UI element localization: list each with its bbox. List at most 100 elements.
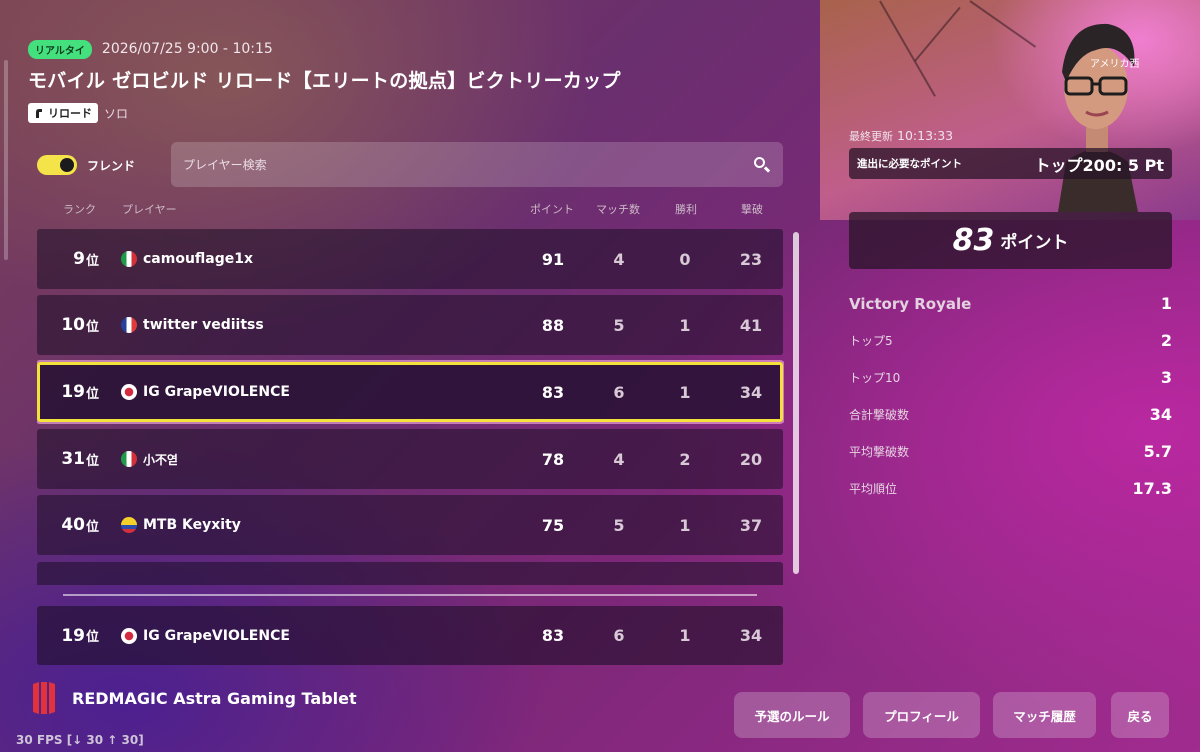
mode-tag: ソロ	[104, 106, 129, 121]
eliminations-cell: 41	[739, 315, 763, 335]
points-cell: 75	[541, 515, 565, 535]
wins-cell: 1	[679, 382, 691, 402]
player-name: twitter vediitss	[143, 317, 264, 333]
matches-cell: 6	[613, 626, 625, 645]
profile-button[interactable]: プロフィール	[863, 692, 980, 738]
own-player-row[interactable]: 19 位 IG GrapeVIOLENCE 83 6 1 34	[37, 606, 783, 665]
wins-cell: 1	[679, 626, 691, 645]
stat-value: 34	[1149, 405, 1172, 424]
stat-avg-placement: 平均順位 17.3	[849, 479, 1172, 498]
eliminations-cell: 34	[739, 382, 763, 402]
last-updated-time: 10:13:33	[897, 128, 954, 143]
table-row[interactable]: 9位 camouflage1x 91 4 0 23	[37, 229, 783, 289]
table-row-current-player[interactable]: 19 位 IG GrapeVIOLENCE 83 6 1 34	[37, 362, 783, 422]
event-date: 2026/07/25 9:00 - 10:15	[101, 41, 273, 57]
stat-avg-eliminations: 平均撃破数 5.7	[849, 442, 1172, 461]
stat-label: 合計撃破数	[849, 408, 910, 422]
stat-victory-royale: Victory Royale 1	[849, 294, 1172, 313]
character-avatar	[1058, 23, 1138, 212]
friend-label: フレンド	[87, 158, 136, 173]
friend-toggle[interactable]	[37, 155, 77, 175]
device-brand: REDMAGIC Astra Gaming Tablet	[30, 680, 357, 716]
column-header-eliminations[interactable]: 撃破	[741, 201, 763, 217]
eliminations-cell: 37	[739, 515, 763, 535]
left-edge-scrollbar[interactable]	[4, 60, 8, 260]
points-cell: 88	[541, 315, 565, 335]
search-icon[interactable]	[753, 156, 771, 174]
japan-flag-icon	[121, 628, 137, 644]
reload-tag: リロード	[28, 103, 98, 123]
table-row[interactable]: 40 位 MTB Keyxity 75 5 1 37	[37, 495, 783, 555]
rank-cell: 31 位	[61, 449, 99, 469]
column-header-player: プレイヤー	[122, 203, 177, 216]
wins-cell: 1	[679, 515, 691, 535]
points-value: 83	[952, 223, 995, 258]
search-placeholder: プレイヤー検索	[183, 158, 267, 172]
advance-label: 進出に必要なポイント	[857, 158, 962, 170]
advance-threshold: 進出に必要なポイント トップ200: 5 Pt	[849, 148, 1172, 179]
matches-cell: 4	[613, 249, 625, 269]
matches-cell: 4	[613, 449, 625, 469]
points-unit: ポイント	[1000, 233, 1069, 253]
italy-flag-icon	[121, 251, 137, 267]
points-cell: 78	[541, 449, 565, 469]
stat-label: トップ5	[849, 334, 893, 348]
column-header-wins[interactable]: 勝利	[675, 201, 697, 217]
player-search-input[interactable]: プレイヤー検索	[171, 142, 783, 187]
wins-cell: 0	[679, 249, 691, 269]
player-name: IG GrapeVIOLENCE	[143, 384, 290, 400]
table-row[interactable]: 31 位 小不엳 78 4 2 20	[37, 429, 783, 489]
column-header-matches[interactable]: マッチ数	[596, 201, 640, 217]
player-name: camouflage1x	[143, 251, 254, 267]
leaderboard-list[interactable]: 9位 camouflage1x 91 4 0 23 10 位 twitter ve…	[37, 229, 784, 585]
france-flag-icon	[121, 317, 137, 333]
player-name: IG GrapeVIOLENCE	[143, 627, 290, 644]
eliminations-cell: 23	[739, 249, 763, 269]
list-scrollbar[interactable]	[793, 232, 799, 574]
player-name: MTB Keyxity	[143, 517, 241, 533]
back-button[interactable]: 戻る	[1111, 692, 1169, 738]
rank-cell: 40 位	[61, 515, 99, 535]
match-history-button[interactable]: マッチ履歴	[993, 692, 1096, 738]
list-divider	[63, 594, 757, 596]
table-row-partial[interactable]	[37, 562, 783, 585]
japan-flag-icon	[121, 384, 137, 400]
reload-mode-icon	[36, 108, 42, 118]
advance-value: トップ200: 5 Pt	[1034, 155, 1164, 175]
stat-label: Victory Royale	[849, 294, 972, 313]
rules-button[interactable]: 予選のルール	[734, 692, 850, 738]
column-header-points[interactable]: ポイント	[530, 201, 574, 217]
toggle-knob	[60, 158, 74, 172]
eliminations-cell: 34	[739, 626, 763, 645]
points-cell: 83	[541, 382, 565, 402]
player-name: 小不엳	[143, 452, 179, 467]
rank-cell: 19 位	[61, 625, 99, 646]
eliminations-cell: 20	[739, 449, 763, 469]
tournament-title: モバイル ゼロビルド リロード【エリートの拠点】ビクトリーカップ	[28, 70, 621, 92]
stat-value: 1	[1160, 294, 1172, 313]
fps-counter: 30 FPS [↓ 30 ↑ 30]	[16, 733, 144, 747]
rank-cell: 10 位	[61, 315, 99, 335]
last-updated: 最終更新 10:13:33	[849, 128, 953, 144]
stat-label: トップ10	[849, 371, 901, 385]
total-points: 83 ポイント	[849, 212, 1172, 269]
stat-value: 5.7	[1143, 442, 1172, 461]
stat-label: 平均撃破数	[849, 445, 910, 459]
matches-cell: 5	[613, 515, 625, 535]
points-cell: 91	[541, 249, 565, 269]
stat-value: 2	[1160, 331, 1172, 350]
stat-value: 17.3	[1132, 479, 1172, 498]
friend-filter[interactable]: フレンド	[37, 155, 135, 175]
live-badge: リアルタイ	[28, 39, 92, 59]
stat-total-eliminations: 合計撃破数 34	[849, 405, 1172, 424]
last-updated-label: 最終更新	[849, 130, 893, 143]
redmagic-logo-icon	[33, 682, 55, 714]
column-header-rank: ランク	[63, 203, 96, 216]
stat-top5: トップ5 2	[849, 331, 1172, 350]
rank-cell: 9位	[73, 249, 99, 269]
rank-cell: 19 位	[61, 382, 99, 402]
wins-cell: 1	[679, 315, 691, 335]
colombia-flag-icon	[121, 517, 137, 533]
region-label: アメリカ西	[1090, 59, 1140, 70]
table-row[interactable]: 10 位 twitter vediitss 88 5 1 41	[37, 295, 783, 355]
